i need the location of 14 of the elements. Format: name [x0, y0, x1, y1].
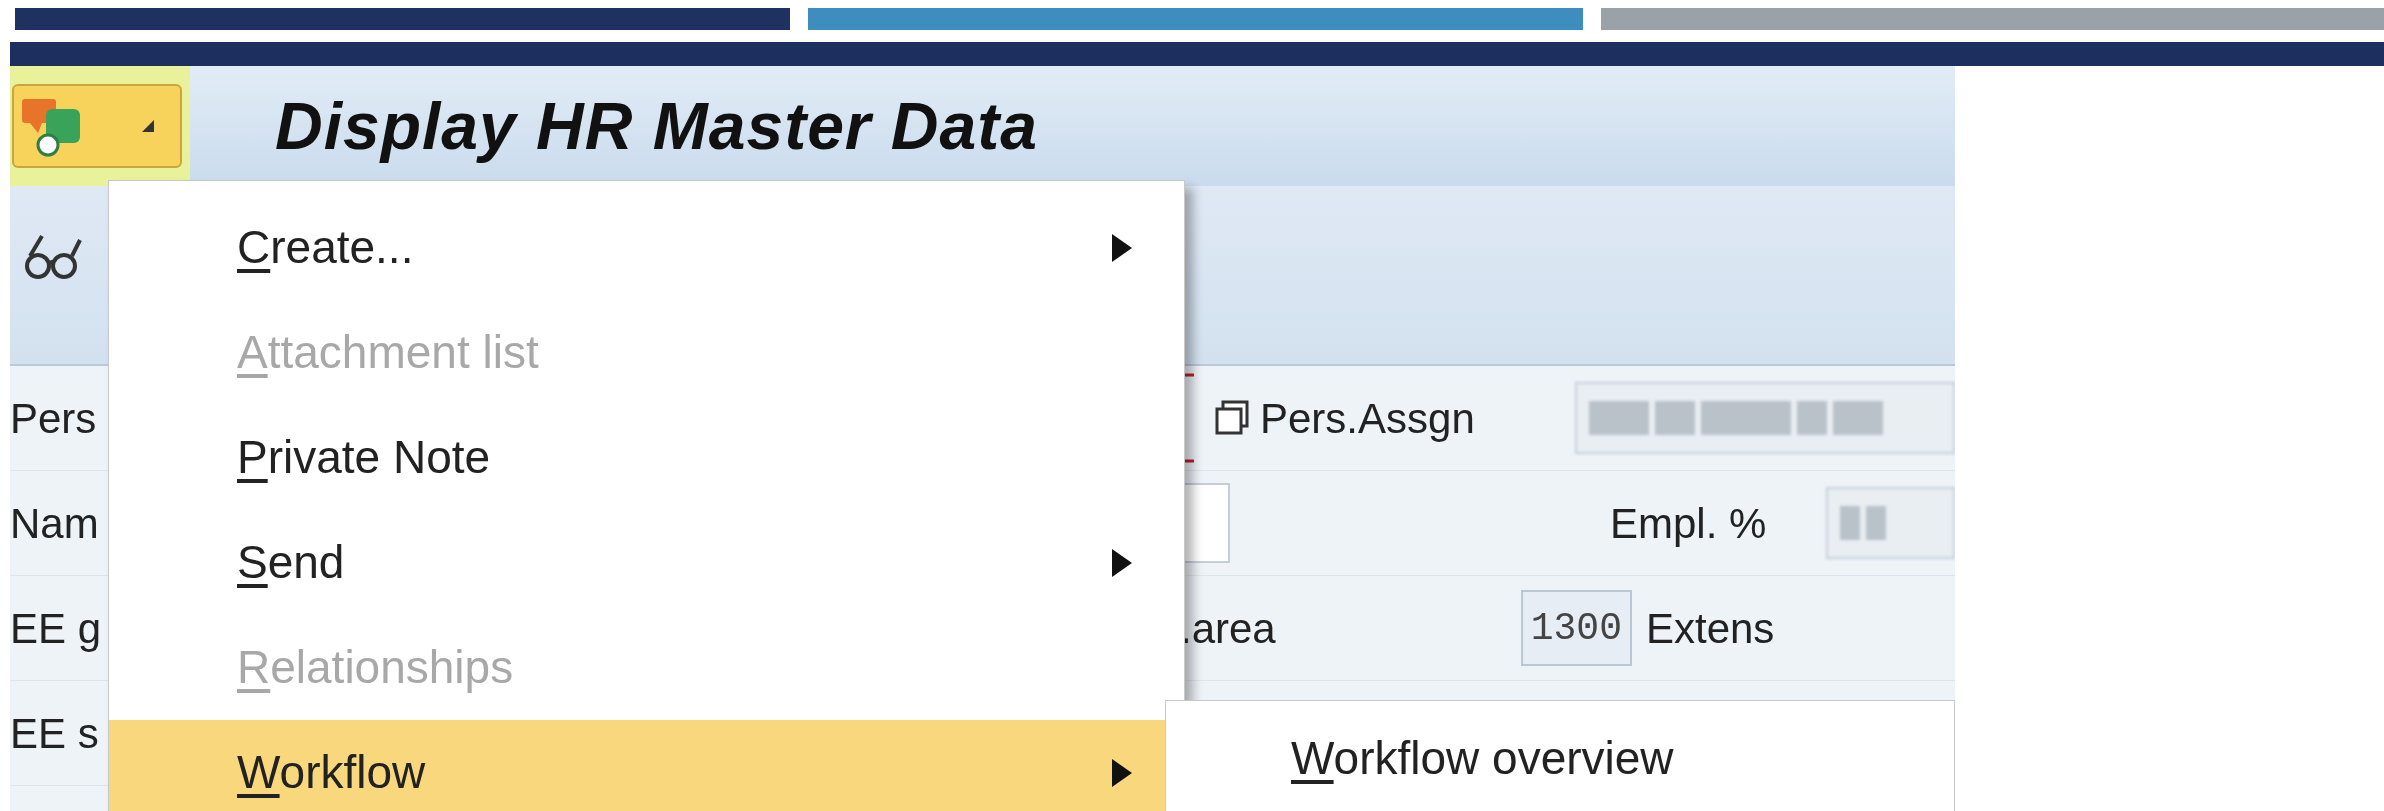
caret-icon	[140, 118, 156, 134]
field-label: Pers.Assgn	[1260, 393, 1475, 444]
field-label: Empl. %	[1610, 498, 1767, 549]
field-label: Nam	[10, 498, 100, 549]
input-field[interactable]: 1300	[1520, 590, 1632, 666]
field-label: EE s	[10, 708, 100, 759]
menu-button[interactable]	[12, 84, 182, 168]
assignment-icon	[1214, 400, 1250, 436]
menu-item[interactable]: Create...	[109, 195, 1184, 300]
field-label: Pers	[10, 393, 98, 444]
menu-item[interactable]: Private Note	[109, 405, 1184, 510]
window-title: Display HR Master Data	[275, 87, 1038, 165]
field-label: Extens	[1645, 603, 1775, 654]
field-label: EE g	[10, 603, 103, 654]
